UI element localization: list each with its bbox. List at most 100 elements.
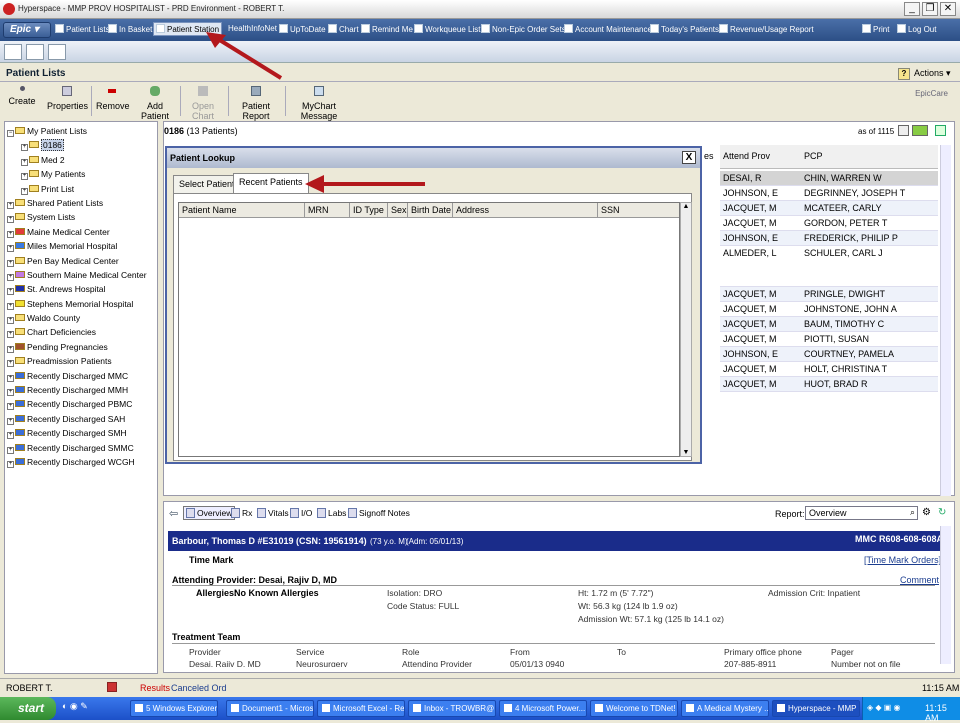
report-select[interactable]: Overview ⌕ [805, 506, 918, 520]
tab-select-patient[interactable]: Select Patient [173, 175, 241, 193]
refresh-list-icon[interactable] [935, 125, 946, 136]
taskbar-button[interactable]: 5 Windows Explorer [130, 700, 218, 717]
expand-icon[interactable]: + [7, 317, 14, 325]
tab-recent-patients[interactable]: Recent Patients [233, 173, 309, 193]
table-row[interactable]: JOHNSON, E COURTNEY, PAMELA [720, 347, 938, 362]
taskbar-button[interactable]: Welcome to TDNet! ... [590, 700, 678, 717]
status-alert-icon[interactable] [107, 682, 117, 692]
tree-item[interactable]: + Recently Discharged PBMC [7, 397, 157, 411]
expand-icon[interactable]: + [7, 230, 14, 238]
back-arrow-icon[interactable]: ⇦ [169, 507, 178, 520]
report-options-icon[interactable]: ⚙ [922, 507, 931, 518]
expand-icon[interactable]: + [7, 389, 14, 397]
mychart-message-button[interactable]: MyChart Message [288, 86, 350, 121]
table-row[interactable]: JOHNSON, E DEGRINNEY, JOSEPH T [720, 186, 938, 201]
toolbar-patient-station[interactable]: Patient Station [153, 22, 223, 36]
column-header-pcp[interactable]: PCP [804, 151, 823, 161]
expand-icon[interactable]: + [21, 173, 28, 181]
toolbar-patient-lists[interactable]: Patient Lists [55, 24, 110, 34]
tree-item[interactable]: + Stephens Memorial Hospital [7, 297, 157, 311]
expand-icon[interactable]: + [7, 460, 14, 468]
table-row[interactable]: JACQUET, M PRINGLE, DWIGHT [720, 287, 938, 302]
scroll-up-arrow-icon[interactable]: ▲ [681, 203, 691, 210]
tree-item[interactable]: + Southern Maine Medical Center [7, 268, 157, 282]
tree-item[interactable]: + Maine Medical Center [7, 225, 157, 239]
add-patient-button[interactable]: Add Patient [133, 86, 177, 121]
toolbar-uptodate[interactable]: UpToDate [279, 24, 326, 34]
tab-rx[interactable]: Rx [231, 508, 252, 518]
workspace-tab-1[interactable] [4, 44, 22, 60]
expand-icon[interactable]: + [7, 201, 14, 209]
expand-icon[interactable]: + [7, 360, 14, 368]
column-header-patient-name[interactable]: Patient Name [182, 205, 237, 215]
expand-icon[interactable]: + [7, 374, 14, 382]
status-results-link[interactable]: Results [140, 683, 170, 693]
tree-item[interactable]: + My Patients [7, 167, 157, 181]
grid-scrollbar[interactable]: ▲ ▼ [680, 202, 692, 457]
list-scrollbar[interactable] [940, 145, 951, 496]
tree-item[interactable]: − My Patient Lists [7, 124, 157, 138]
comment-link[interactable]: Comment [900, 575, 939, 585]
tree-item[interactable]: + Pending Pregnancies [7, 340, 157, 354]
table-row[interactable]: JACQUET, M PIOTTI, SUSAN [720, 332, 938, 347]
workspace-tab-3[interactable] [48, 44, 66, 60]
taskbar-button[interactable]: A Medical Mystery ... [681, 700, 769, 717]
tree-item[interactable]: + System Lists [7, 210, 157, 224]
expand-icon[interactable]: + [7, 417, 14, 425]
create-button[interactable]: Create [8, 86, 36, 106]
toolbar-in-basket[interactable]: In Basket [108, 24, 152, 34]
tree-item[interactable]: + Recently Discharged WCGH [7, 455, 157, 469]
table-row[interactable]: JACQUET, M HOLT, CHRISTINA T [720, 362, 938, 377]
column-header-mrn[interactable]: MRN [308, 205, 329, 215]
toolbar-order-sets[interactable]: Non-Epic Order Sets [481, 24, 566, 34]
start-button[interactable]: start [0, 697, 56, 720]
column-header-sex[interactable]: Sex [391, 205, 407, 215]
toolbar-print[interactable]: Print [862, 24, 889, 34]
tree-item[interactable]: + Preadmission Patients [7, 354, 157, 368]
expand-icon[interactable]: + [7, 432, 14, 440]
tree-item[interactable]: + Recently Discharged MMC [7, 369, 157, 383]
actions-menu[interactable]: Actions ▾ [914, 68, 951, 79]
view-icon[interactable] [912, 125, 928, 136]
toolbar-healthinfonet[interactable]: HealthInfoNet [228, 24, 277, 33]
properties-button[interactable]: Properties [47, 86, 88, 111]
minimize-button[interactable]: _ [904, 2, 920, 16]
taskbar-button[interactable]: Hyperspace - MMP P... [772, 700, 860, 717]
expand-icon[interactable]: + [7, 331, 14, 339]
epic-menu-button[interactable]: Epic ▾ [3, 22, 51, 38]
expand-icon[interactable]: + [7, 259, 14, 267]
expand-icon[interactable]: + [7, 216, 14, 224]
close-window-button[interactable]: ✕ [940, 2, 956, 16]
toolbar-todays-patients[interactable]: Today's Patients [650, 24, 719, 34]
remove-button[interactable]: Remove [96, 86, 130, 111]
open-chart-button[interactable]: Open Chart [181, 86, 225, 121]
expand-icon[interactable]: + [21, 187, 28, 195]
tree-item[interactable]: + Med 2 [7, 153, 157, 167]
tree-item[interactable]: + Shared Patient Lists [7, 196, 157, 210]
table-row[interactable]: DESAI, R CHIN, WARREN W [720, 171, 938, 186]
expand-icon[interactable]: + [7, 446, 14, 454]
toolbar-logout[interactable]: Log Out [897, 24, 936, 34]
tree-item[interactable]: + Recently Discharged MMH [7, 383, 157, 397]
column-header-ssn[interactable]: SSN [601, 205, 620, 215]
tray-icons[interactable]: ◈ ◆ ▣ ◉ [867, 703, 901, 712]
table-row[interactable]: JACQUET, M MCATEER, CARLY [720, 201, 938, 216]
tree-item[interactable]: + Pen Bay Medical Center [7, 254, 157, 268]
toolbar-account-maintenance[interactable]: Account Maintenance [564, 24, 652, 34]
collapse-icon[interactable]: − [7, 130, 14, 137]
scroll-down-arrow-icon[interactable]: ▼ [681, 449, 691, 456]
expand-icon[interactable]: + [7, 302, 14, 310]
workspace-tab-2[interactable] [26, 44, 44, 60]
column-header-address[interactable]: Address [456, 205, 489, 215]
time-mark-orders-link[interactable]: [Time Mark Orders] [864, 555, 941, 565]
expand-icon[interactable]: + [21, 158, 28, 166]
table-row[interactable]: JACQUET, M JOHNSTONE, JOHN A [720, 302, 938, 317]
taskbar-button[interactable]: Inbox - TROWBR@... [408, 700, 496, 717]
table-row[interactable]: ALMEDER, L SCHULER, CARL J [720, 246, 938, 287]
tree-item[interactable]: + Print List [7, 182, 157, 196]
column-header-id-type[interactable]: ID Type [353, 205, 384, 215]
help-button[interactable]: ? [898, 68, 910, 80]
taskbar-button[interactable]: Document1 - Micros... [226, 700, 314, 717]
tree-item[interactable]: + Chart Deficiencies [7, 325, 157, 339]
table-row[interactable]: JACQUET, M HUOT, BRAD R [720, 377, 938, 392]
